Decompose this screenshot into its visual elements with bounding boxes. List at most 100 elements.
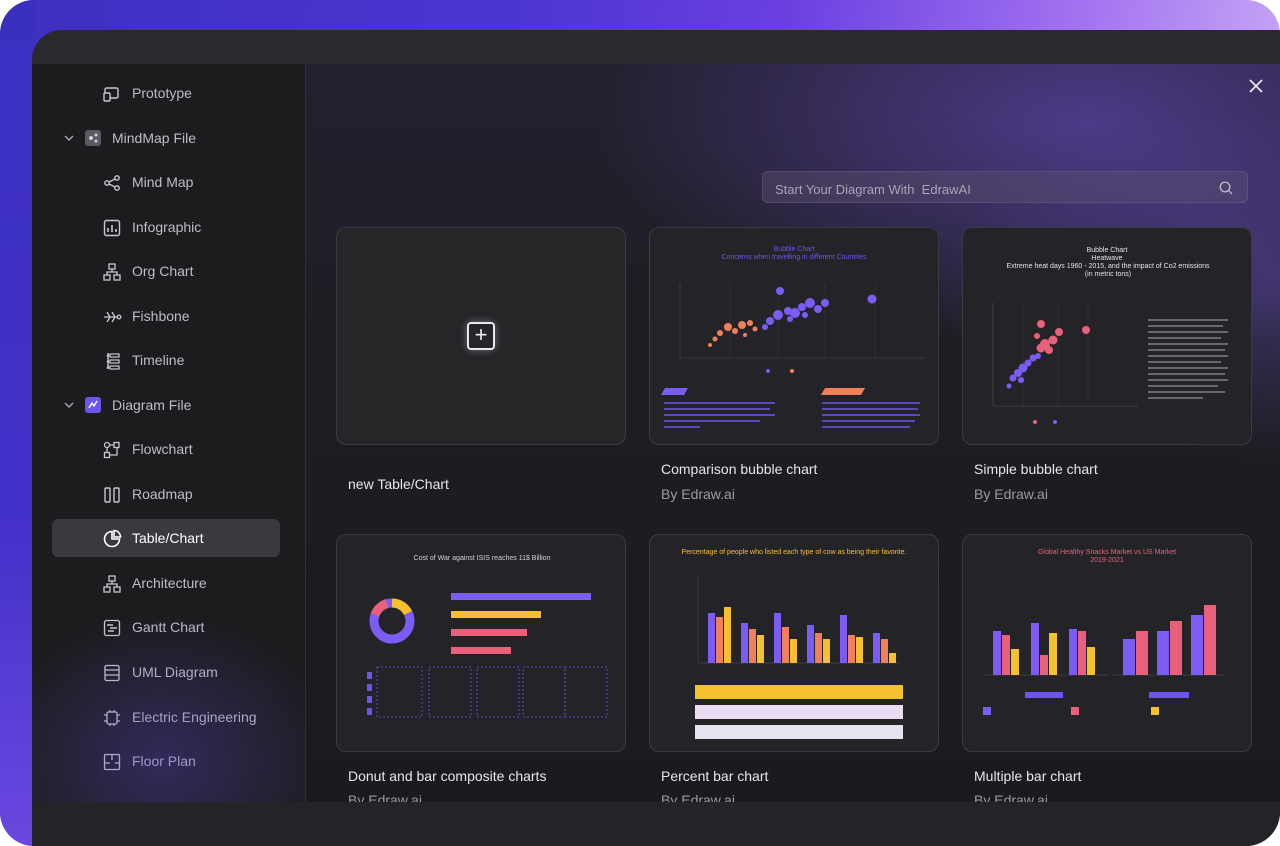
sidebar-item-org-chart[interactable]: Org Chart xyxy=(52,252,280,290)
thumbnail-bar xyxy=(1170,621,1182,675)
sidebar-item-label: Timeline xyxy=(132,352,185,368)
thumbnail-bar xyxy=(1136,631,1148,675)
bubble-chart-thumbnail xyxy=(661,283,925,428)
thumbnail-bar xyxy=(1078,631,1086,675)
thumbnail-bar xyxy=(823,639,830,663)
thumbnail-bar xyxy=(848,635,855,663)
sidebar-group-label: MindMap File xyxy=(112,130,197,146)
chevron-down-icon xyxy=(64,402,74,408)
sidebar-item-table-chart[interactable]: Table/Chart xyxy=(52,519,280,557)
sidebar-item-infographic[interactable]: Infographic xyxy=(52,208,280,246)
fishbone-icon xyxy=(104,311,122,323)
sidebar-item-label: Electric Engineering xyxy=(132,709,257,725)
sidebar-item-label: Roadmap xyxy=(132,486,193,502)
template-gallery: + new Table/Chart Bubble Chart Concerns … xyxy=(306,64,1280,808)
thumbnail-bar xyxy=(840,615,847,663)
card-title: Percent bar chart xyxy=(661,768,769,784)
mind-map-icon xyxy=(104,175,120,191)
timeline-icon xyxy=(106,353,120,370)
multi-bar-thumbnail xyxy=(983,605,1225,715)
sidebar-item-label: Flowchart xyxy=(132,441,193,457)
roadmap-icon xyxy=(104,487,120,503)
template-card-comparison-bubble-chart[interactable]: Bubble Chart Concerns when travelling in… xyxy=(649,227,939,445)
thumbnail-bar xyxy=(708,613,715,663)
sidebar-item-label: UML Diagram xyxy=(132,664,218,680)
thumbnail-bar xyxy=(782,627,789,663)
thumbnail-bar xyxy=(1069,629,1077,675)
device-frame: Prototype MindMap File Mind Map Infograp… xyxy=(0,0,1280,846)
template-card-simple-bubble-chart[interactable]: Bubble Chart Heatwave Extreme heat days … xyxy=(962,227,1252,445)
card-title: Simple bubble chart xyxy=(974,461,1098,477)
thumb-title: Bubble Chart xyxy=(773,246,815,253)
table-chart-icon xyxy=(103,529,122,548)
thumbnail-bar xyxy=(1191,615,1203,675)
sidebar-item-flowchart[interactable]: Flowchart xyxy=(52,430,280,468)
thumbnail-bar xyxy=(749,629,756,663)
sidebar-group-label: Diagram File xyxy=(112,397,192,413)
mindmap-file-icon xyxy=(85,130,101,146)
sidebar-item-fishbone[interactable]: Fishbone xyxy=(52,297,280,335)
new-table-chart-card[interactable]: + xyxy=(336,227,626,445)
thumbnail-bar xyxy=(724,607,731,663)
sidebar-item-architecture[interactable]: Architecture xyxy=(52,564,280,602)
gantt-chart-icon xyxy=(103,619,121,637)
sidebar-item-electric-engineering[interactable]: Electric Engineering xyxy=(52,698,280,736)
electric-engineering-icon xyxy=(104,710,120,726)
title-bar xyxy=(32,30,1280,64)
flowchart-icon xyxy=(103,441,120,459)
sidebar-item-label: Org Chart xyxy=(132,263,194,279)
template-card-multiple-bar-chart[interactable]: Global Healthy Snacks Market vs US Marke… xyxy=(962,534,1252,752)
search-icon[interactable] xyxy=(1218,180,1234,196)
card-title: Donut and bar composite charts xyxy=(348,768,547,784)
thumbnail-bar xyxy=(807,625,814,663)
card-title: Comparison bubble chart xyxy=(661,461,818,477)
thumbnail-bar xyxy=(889,653,896,663)
thumbnail-bar xyxy=(1123,639,1135,675)
sidebar-item-label: Fishbone xyxy=(132,308,190,324)
sidebar-item-label: Table/Chart xyxy=(132,530,204,546)
thumbnail-bar xyxy=(1002,635,1010,675)
card-title: new Table/Chart xyxy=(348,476,449,492)
thumbnail-bar xyxy=(1040,655,1048,675)
thumbnail-bar xyxy=(1157,631,1169,675)
bubble-chart-thumbnail xyxy=(992,303,1228,424)
thumbnail-bar xyxy=(790,639,797,663)
sidebar-item-label: Infographic xyxy=(132,219,202,235)
org-chart-icon xyxy=(103,263,121,281)
thumbnail-bar xyxy=(1087,647,1095,675)
thumbnail-bar xyxy=(757,635,764,663)
architecture-icon xyxy=(103,575,121,593)
diagram-file-icon xyxy=(85,397,101,413)
sidebar-group-diagram-file[interactable]: Diagram File xyxy=(52,386,280,424)
sidebar-item-mind-map[interactable]: Mind Map xyxy=(52,163,280,201)
thumb-subtitle: Concerns when travelling in different Co… xyxy=(721,254,867,261)
infographic-icon xyxy=(103,219,121,237)
sidebar-group-mindmap-file[interactable]: MindMap File xyxy=(52,119,280,157)
thumbnail-bar xyxy=(774,613,781,663)
card-author: By Edraw.ai xyxy=(974,486,1048,502)
sidebar-item-timeline[interactable]: Timeline xyxy=(52,341,280,379)
sidebar: Prototype MindMap File Mind Map Infograp… xyxy=(32,64,306,802)
sidebar-item-prototype[interactable]: Prototype xyxy=(52,74,280,112)
card-title: Multiple bar chart xyxy=(974,768,1082,784)
close-icon[interactable] xyxy=(1246,76,1266,96)
template-card-percent-bar-chart[interactable]: Percentage of people who listed each typ… xyxy=(649,534,939,752)
thumbnail-bar xyxy=(741,623,748,663)
thumbnail-bar xyxy=(873,633,880,663)
template-card-donut-and-bar-composite-charts[interactable]: Cost of War against ISIS reaches 11$ Bil… xyxy=(336,534,626,752)
sidebar-item-uml-diagram[interactable]: UML Diagram xyxy=(52,653,280,691)
sidebar-item-gantt-chart[interactable]: Gantt Chart xyxy=(52,608,280,646)
sidebar-item-roadmap[interactable]: Roadmap xyxy=(52,475,280,513)
thumbnail-bar xyxy=(1031,623,1039,675)
sidebar-item-floor-plan[interactable]: Floor Plan xyxy=(52,742,280,780)
floor-plan-icon xyxy=(103,753,121,771)
chevron-down-icon xyxy=(64,135,74,141)
donut-bar-thumbnail xyxy=(367,593,608,718)
thumbnail-bar xyxy=(1204,605,1216,675)
sidebar-item-label: Gantt Chart xyxy=(132,619,205,635)
thumbnail-bar xyxy=(815,633,822,663)
ai-search-box[interactable] xyxy=(762,171,1248,203)
bar-chart-thumbnail xyxy=(695,575,903,739)
sidebar-item-label: Prototype xyxy=(132,85,192,101)
search-input[interactable] xyxy=(773,178,1207,200)
